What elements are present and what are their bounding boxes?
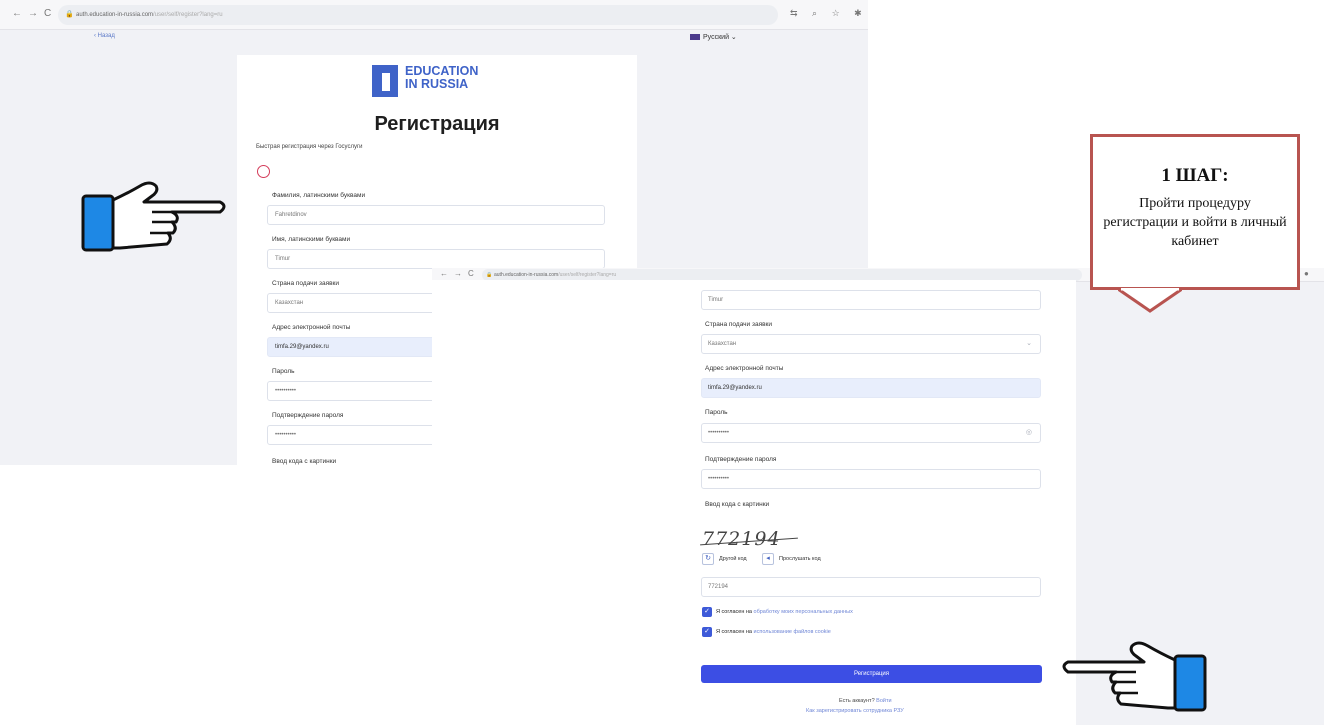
consent-personal-data-checkbox[interactable]: ✓ <box>702 607 712 617</box>
registration-card-2: Timur Страна подачи заявки Казахстан ⌄ Ад… <box>432 280 1076 725</box>
speaker-icon[interactable]: ◂ <box>762 553 774 565</box>
password-label: Пароль <box>272 368 295 375</box>
surname-input[interactable]: Fahretdinov <box>267 205 605 225</box>
employee-registration-link[interactable]: Как зарегистрировать сотрудника РЗУ <box>806 708 904 714</box>
forward-arrow-icon[interactable]: → <box>454 269 462 278</box>
email-label: Адрес электронной почты <box>272 324 351 331</box>
listen-code-button[interactable]: Прослушать код <box>779 556 821 562</box>
browser-toolbar-icons[interactable]: ⇆ ⌕ ☆ ✱ ● <box>790 8 868 19</box>
reload-icon[interactable]: C <box>44 8 51 19</box>
password-input-2[interactable]: •••••••••• ◎ <box>701 423 1041 443</box>
back-link[interactable]: ‹ Назад <box>94 33 115 39</box>
url-path: /user/self/register?lang=ru <box>558 272 617 278</box>
refresh-captcha-icon[interactable]: ↻ <box>702 553 714 565</box>
gosuslugi-quick-registration: Быстрая регистрация через Госуслуги <box>256 144 363 150</box>
logo-line-2: IN RUSSIA <box>405 77 469 91</box>
language-label: Русский ⌄ <box>703 34 737 41</box>
step-title: 1 ШАГ: <box>1161 165 1229 186</box>
pointing-hand-right-icon <box>81 181 226 252</box>
consent-cookies-text: Я согласен на использование файлов cooki… <box>716 629 831 635</box>
confirm-password-label: Подтверждение пароля <box>272 412 344 419</box>
country-label-2: Страна подачи заявки <box>705 321 773 328</box>
forward-arrow-icon[interactable]: → <box>28 8 38 19</box>
country-label: Страна подачи заявки <box>272 280 340 287</box>
back-arrow-icon[interactable]: ← <box>440 269 448 278</box>
country-select-2[interactable]: Казахстан ⌄ <box>701 334 1041 354</box>
consent-cookies-checkbox[interactable]: ✓ <box>702 627 712 637</box>
door-logo-icon <box>372 65 398 97</box>
callout-tail <box>1118 288 1182 313</box>
other-code-button[interactable]: Другой код <box>719 556 747 562</box>
consent-cookies-prefix: Я согласен на <box>716 629 752 635</box>
step-description: Пройти процедуру регистрации и войти в л… <box>1103 196 1287 249</box>
url-host: auth.education-in-russia.com <box>494 272 559 278</box>
chevron-down-icon: ⌄ <box>1026 340 1032 347</box>
url-path: /user/self/register?lang=ru <box>153 12 223 18</box>
eye-icon[interactable]: ◎ <box>1026 424 1032 442</box>
address-bar[interactable]: 🔒 auth.education-in-russia.com/user/self… <box>58 5 778 25</box>
email-input-2[interactable]: timfa.29@yandex.ru <box>701 378 1041 398</box>
captcha-input[interactable]: 772194 <box>701 577 1041 597</box>
consent-personal-data-prefix: Я согласен на <box>716 609 752 615</box>
email-label-2: Адрес электронной почты <box>705 365 784 372</box>
gosuslugi-icon[interactable] <box>257 165 270 178</box>
russian-flag-icon <box>690 34 700 40</box>
register-button[interactable]: Регистрация <box>701 665 1042 683</box>
browser-toolbar: ← → C 🔒 auth.education-in-russia.com/use… <box>0 0 868 30</box>
password-value-2: •••••••••• <box>708 430 730 436</box>
pointing-hand-left-icon <box>1062 641 1207 712</box>
name-input[interactable]: Timur <box>267 249 605 269</box>
have-account-label: Есть аккаунт? <box>839 698 875 704</box>
confirm-password-input-2[interactable]: •••••••••• <box>701 469 1041 489</box>
page-title: Регистрация <box>374 113 500 135</box>
reload-icon[interactable]: C <box>468 269 474 278</box>
consent-personal-data-text: Я согласен на обработку моих персональны… <box>716 609 853 615</box>
surname-label: Фамилия, латинскими буквами <box>272 192 366 199</box>
personal-data-link[interactable]: обработку моих персональных данных <box>754 609 853 615</box>
captcha-label-2: Ввод кода с картинки <box>705 501 770 508</box>
country-value-2: Казахстан <box>708 341 737 347</box>
have-account-text: Есть аккаунт? Войти <box>839 698 892 704</box>
back-arrow-icon[interactable]: ← <box>12 8 22 19</box>
cookies-link[interactable]: использование файлов cookie <box>754 629 831 635</box>
login-link[interactable]: Войти <box>876 698 891 704</box>
name-label: Имя, латинскими буквами <box>272 236 351 243</box>
url-host: auth.education-in-russia.com <box>76 12 154 18</box>
confirm-password-label-2: Подтверждение пароля <box>705 456 777 463</box>
name-input-2[interactable]: Timur <box>701 290 1041 310</box>
lock-icon: 🔒 <box>65 11 74 18</box>
step-callout: 1 ШАГ: Пройти процедуру регистрации и во… <box>1090 134 1300 290</box>
password-label-2: Пароль <box>705 409 728 416</box>
employee-link-label[interactable]: Как зарегистрировать сотрудника РЗУ <box>806 708 904 714</box>
captcha-label: Ввод кода с картинки <box>272 458 337 465</box>
language-selector[interactable]: Русский ⌄ <box>690 33 737 41</box>
